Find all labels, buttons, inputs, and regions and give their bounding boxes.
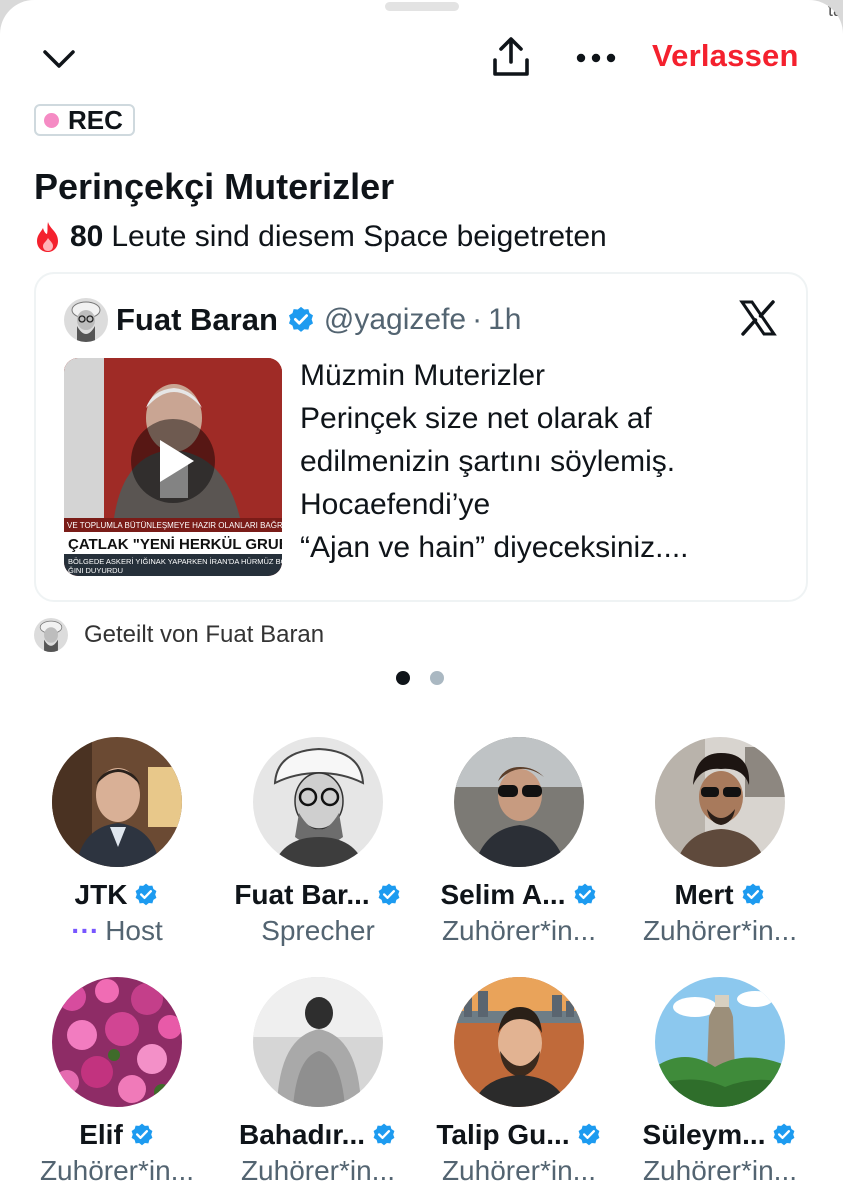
- post-text-line: edilmenizin şartını söylemiş.: [300, 445, 676, 478]
- participant-name: Selim A...: [440, 879, 566, 910]
- video-thumbnail-image: VE TOPLUMLA BÜTÜNLEŞMEYE HAZIR OLANLARI …: [64, 358, 282, 576]
- post-text: Müzmin Muterizler Perinçek size net olar…: [300, 354, 790, 569]
- participant-role: Zuhörer*in...: [642, 1155, 798, 1186]
- participant-tile[interactable]: Süleym... Zuhörer*in...: [620, 977, 820, 1187]
- post-header: Fuat Baran @yagizefe · 1h: [64, 298, 522, 342]
- video-caption-bottom: BÖLGEDE ASKERİ YIĞINAK YAPARKEN İRAN'DA …: [68, 557, 282, 566]
- participant-role: Zuhörer*in...: [240, 1155, 396, 1186]
- pager-dot[interactable]: [430, 671, 444, 685]
- participant-avatar: [253, 977, 383, 1107]
- participant-tile[interactable]: Selim A... Zuhörer*in...: [419, 737, 619, 947]
- chevron-down-icon: [43, 50, 75, 68]
- verified-badge-icon: [136, 883, 157, 906]
- participant-tile[interactable]: Talip Gu... Zuhörer*in...: [419, 977, 619, 1187]
- shared-by-row: Geteilt von Fuat Baran: [34, 618, 324, 652]
- participant-role: Zuhörer*in...: [441, 1155, 597, 1186]
- post-separator: ·: [472, 303, 483, 336]
- collapse-button[interactable]: [38, 38, 80, 80]
- verified-badge-icon: [578, 1123, 600, 1146]
- participant-avatar: [655, 737, 785, 867]
- participant-name-row: Süleym...: [620, 1119, 820, 1151]
- participant-role: ··· Host: [17, 915, 217, 947]
- carousel-pager: [396, 671, 464, 685]
- post-text-line: Perinçek size net olarak af: [300, 402, 652, 435]
- participant-role: Zuhörer*in...: [441, 915, 597, 946]
- host-dots-icon: ···: [71, 915, 100, 946]
- shared-by-avatar: [34, 618, 68, 652]
- participant-tile[interactable]: Mert Zuhörer*in...: [620, 737, 820, 947]
- participant-tile[interactable]: Fuat Bar... Sprecher: [218, 737, 418, 947]
- participant-role-label: Host: [105, 915, 163, 946]
- author-avatar-image: [64, 298, 108, 342]
- space-title: Perinçekçi Muterizler: [34, 166, 395, 207]
- verified-badge-icon: [774, 1123, 795, 1146]
- participant-name: Bahadır...: [238, 1119, 366, 1150]
- video-caption-top: VE TOPLUMLA BÜTÜNLEŞMEYE HAZIR OLANLARI …: [67, 521, 282, 530]
- background-text-fragment: ta: [827, 0, 843, 20]
- participant-tile[interactable]: Bahadır... Zuhörer*in...: [218, 977, 418, 1187]
- recording-dot-icon: [44, 112, 59, 128]
- space-sheet: ta Verlassen REC Perinçekçi Muterizler 8…: [0, 0, 843, 1200]
- pager-dot-active[interactable]: [396, 671, 410, 685]
- video-caption-bottom-2: ĞINI DUYURDU: [68, 566, 123, 575]
- participant-count-label: Leute sind diesem Space beigetreten: [111, 220, 607, 253]
- participant-role: Zuhörer*in...: [642, 915, 798, 946]
- participant-name-row: Bahadır...: [218, 1119, 418, 1151]
- author-avatar[interactable]: [64, 298, 108, 342]
- participant-name: Talip Gu...: [436, 1119, 570, 1150]
- post-text-line: Hocaefendi’ye: [300, 488, 491, 521]
- share-icon: [493, 37, 529, 76]
- participant-name: Fuat Bar...: [234, 879, 370, 910]
- verified-badge-icon: [574, 883, 595, 906]
- participant-name: Süleym...: [642, 1119, 766, 1150]
- participant-name-row: JTK: [17, 879, 217, 911]
- participant-tile[interactable]: JTK ··· Host: [17, 737, 217, 947]
- verified-badge-icon: [131, 1123, 153, 1146]
- post-text-line: “Ajan ve hain” diyeceksiniz....: [300, 531, 689, 564]
- video-caption-main: ÇATLAK "YENİ HERKÜL GRUBU": [68, 536, 282, 553]
- participant-name-row: Selim A...: [419, 879, 619, 911]
- participant-name-row: Mert: [620, 879, 820, 911]
- x-logo-icon: [739, 300, 777, 336]
- recording-label: REC: [68, 104, 123, 135]
- post-text-line: Müzmin Muterizler: [300, 359, 546, 392]
- participant-name-row: Elif: [17, 1119, 217, 1151]
- more-horizontal-icon: [576, 53, 616, 63]
- participant-name-row: Fuat Bar...: [218, 879, 418, 911]
- leave-button[interactable]: Verlassen: [652, 38, 799, 74]
- participant-count-row: 80 Leute sind diesem Space beigetreten: [34, 220, 607, 254]
- participant-name: JTK: [74, 879, 128, 910]
- post-author-name[interactable]: Fuat Baran: [116, 302, 278, 338]
- participant-tile[interactable]: Elif Zuhörer*in...: [17, 977, 217, 1187]
- drag-handle[interactable]: [385, 2, 459, 11]
- participant-count: 80: [70, 220, 104, 253]
- post-author-handle: @yagizefe: [323, 303, 467, 336]
- pinned-post-card[interactable]: Fuat Baran @yagizefe · 1h VE TOPLUMLA BÜ…: [34, 272, 808, 602]
- participant-name: Elif: [79, 1119, 123, 1150]
- verified-badge-icon: [742, 883, 763, 906]
- more-options-button[interactable]: [572, 38, 620, 78]
- verified-badge-icon: [373, 1123, 395, 1146]
- video-thumbnail[interactable]: VE TOPLUMLA BÜTÜNLEŞMEYE HAZIR OLANLARI …: [64, 358, 282, 576]
- participant-name: Mert: [674, 879, 734, 910]
- verified-badge-icon: [288, 306, 313, 332]
- shared-by-label: Geteilt von Fuat Baran: [84, 621, 325, 648]
- participant-avatar: [655, 977, 785, 1107]
- participant-avatar: [52, 737, 182, 867]
- participant-name-row: Talip Gu...: [419, 1119, 619, 1151]
- verified-badge-icon: [378, 883, 400, 906]
- participant-avatar: [253, 737, 383, 867]
- recording-badge: REC: [34, 104, 135, 136]
- participant-avatar: [454, 977, 584, 1107]
- fire-icon: [37, 222, 58, 252]
- participant-avatar: [52, 977, 182, 1107]
- participant-avatar: [454, 737, 584, 867]
- share-button[interactable]: [488, 34, 534, 80]
- participant-role: Sprecher: [261, 915, 375, 946]
- participant-role: Zuhörer*in...: [39, 1155, 195, 1186]
- post-time: 1h: [488, 303, 522, 336]
